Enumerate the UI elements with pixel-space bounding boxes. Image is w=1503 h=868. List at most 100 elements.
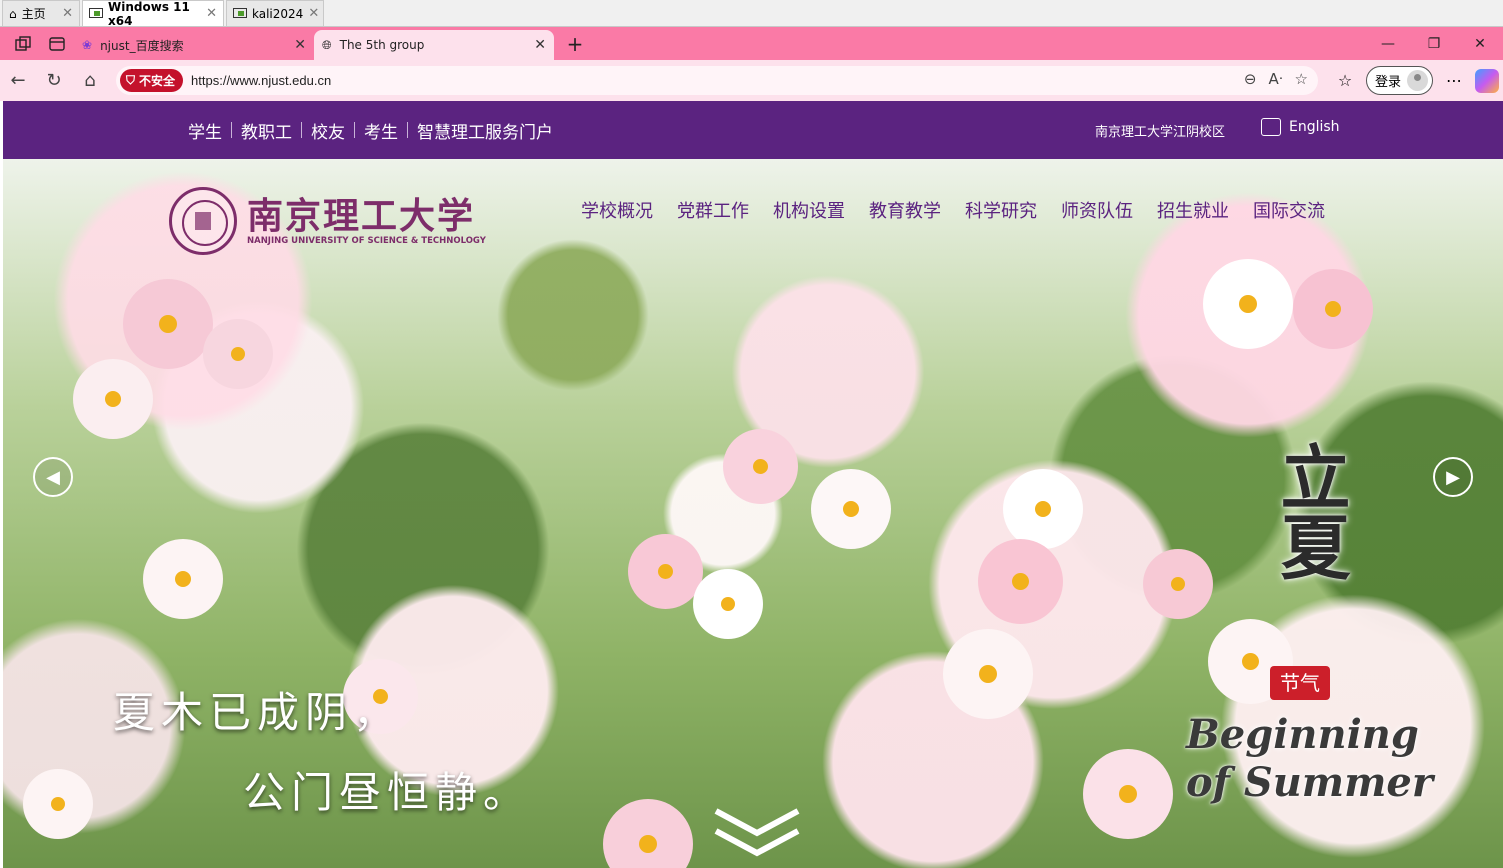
nav-faculty[interactable]: 师资队伍	[1049, 197, 1145, 223]
flower-decoration	[143, 539, 223, 619]
security-label: 不安全	[139, 74, 176, 88]
flower-decoration	[73, 359, 153, 439]
toolbar-right: ☆ 登录 ⋯	[1334, 66, 1503, 95]
home-button[interactable]: ⌂	[72, 70, 108, 91]
close-tab-icon[interactable]: ✕	[534, 37, 546, 53]
close-window-button[interactable]: ✕	[1457, 36, 1503, 52]
tab-actions-icon[interactable]	[46, 33, 68, 55]
omnibox-icons: ⊖ Aᐧ ☆	[1244, 70, 1308, 88]
browser-tab-strip: ❀ njust_百度搜索 ✕ 🌐︎ The 5th group ✕ + — ❐ …	[0, 27, 1503, 60]
tab-title: The 5th group	[339, 38, 425, 52]
tab-5th-group[interactable]: 🌐︎ The 5th group ✕	[314, 30, 554, 60]
nav-party-work[interactable]: 党群工作	[665, 197, 761, 223]
vm-tab-kali[interactable]: kali2024 ✕	[226, 0, 324, 26]
flower-decoration	[811, 469, 891, 549]
vm-tab-home[interactable]: ⌂ 主页 ✕	[2, 0, 80, 26]
close-icon[interactable]: ✕	[206, 6, 217, 21]
restore-button[interactable]: ❐	[1411, 36, 1457, 52]
flower-decoration	[1083, 749, 1173, 839]
logo-english: NANJING UNIVERSITY OF SCIENCE & TECHNOLO…	[247, 236, 486, 246]
vm-tab-windows11[interactable]: Windows 11 x64 ✕	[82, 0, 224, 28]
university-logo[interactable]: 南京理工大学 NANJING UNIVERSITY OF SCIENCE & T…	[169, 187, 486, 255]
globe-icon: 🌐︎	[322, 37, 332, 52]
read-aloud-icon[interactable]: Aᐧ	[1268, 70, 1282, 88]
vm-tab-label: 主页	[21, 7, 46, 21]
favorites-icon[interactable]: ☆	[1334, 71, 1356, 90]
arrow-left-icon: ◀	[46, 466, 60, 488]
copilot-icon[interactable]	[1475, 68, 1499, 93]
nav-applicants[interactable]: 考生	[355, 118, 407, 143]
flower-decoration	[943, 629, 1033, 719]
zoom-icon[interactable]: ⊖	[1244, 70, 1257, 88]
flower-decoration	[693, 569, 763, 639]
back-button[interactable]: ←	[0, 70, 36, 91]
workspaces-icon[interactable]	[12, 33, 34, 55]
vm-tab-bar: ⌂ 主页 ✕ Windows 11 x64 ✕ kali2024 ✕	[0, 0, 1503, 28]
next-slide-button[interactable]: ▶	[1433, 457, 1473, 497]
flower-decoration	[978, 539, 1063, 624]
nav-research[interactable]: 科学研究	[953, 197, 1049, 223]
solar-term-badge: 节气	[1270, 666, 1330, 700]
home-icon: ⌂	[9, 6, 17, 21]
language-icon	[1261, 118, 1281, 136]
minimize-button[interactable]: —	[1365, 36, 1411, 52]
nav-about[interactable]: 学校概况	[569, 197, 665, 223]
flower-decoration	[1143, 549, 1213, 619]
scroll-down-chevron-icon[interactable]	[714, 807, 800, 860]
favorite-star-icon[interactable]: ☆	[1295, 70, 1308, 88]
flower-decoration	[723, 429, 798, 504]
flower-decoration	[23, 769, 93, 839]
arrow-right-icon: ▶	[1446, 466, 1460, 488]
nav-international[interactable]: 国际交流	[1241, 197, 1337, 223]
address-bar[interactable]: ⛉ 不安全 https://www.njust.edu.cn ⊖ Aᐧ ☆	[116, 66, 1318, 95]
flower-decoration	[1203, 259, 1293, 349]
close-tab-icon[interactable]: ✕	[294, 37, 306, 53]
solar-term-text: 立夏	[1269, 441, 1352, 581]
logo-text: 南京理工大学 NANJING UNIVERSITY OF SCIENCE & T…	[247, 196, 486, 246]
jiangyin-campus-link[interactable]: 南京理工大学江阴校区	[1095, 121, 1225, 140]
tab-baidu-search[interactable]: ❀ njust_百度搜索 ✕	[74, 30, 314, 60]
close-icon[interactable]: ✕	[62, 6, 73, 21]
logo-chinese: 南京理工大学	[247, 195, 476, 237]
english-label: English	[1289, 119, 1340, 135]
login-label: 登录	[1374, 75, 1401, 90]
university-seal-icon	[169, 187, 237, 255]
solar-term-english-line1: Beginning	[1186, 711, 1419, 758]
nav-alumni[interactable]: 校友	[302, 118, 354, 143]
new-tab-button[interactable]: +	[562, 32, 588, 56]
poem-line-1: 夏木已成阴，	[113, 688, 402, 737]
login-button[interactable]: 登录	[1365, 66, 1433, 95]
flower-decoration	[603, 799, 693, 868]
refresh-button[interactable]: ↻	[36, 70, 72, 91]
baidu-paw-icon: ❀	[82, 38, 93, 52]
window-controls: — ❐ ✕	[1365, 36, 1503, 52]
tab-title: njust_百度搜索	[100, 38, 184, 53]
solar-term-chinese: 立夏	[1265, 441, 1355, 602]
nav-students[interactable]: 学生	[179, 118, 231, 143]
audience-nav: 学生 教职工 校友 考生 智慧理工服务门户	[179, 101, 562, 159]
vm-tab-label: kali2024	[252, 6, 304, 21]
security-badge[interactable]: ⛉ 不安全	[120, 69, 184, 92]
english-link[interactable]: English	[1261, 118, 1340, 136]
close-icon[interactable]: ✕	[308, 6, 319, 21]
nav-service-portal[interactable]: 智慧理工服务门户	[408, 118, 562, 143]
solar-term-english: Beginning of Summer	[1186, 711, 1433, 807]
vm-icon	[89, 7, 103, 20]
flower-decoration	[628, 534, 703, 609]
flower-decoration	[123, 279, 213, 369]
address-toolbar: ← ↻ ⌂ ⛉ 不安全 https://www.njust.edu.cn ⊖ A…	[0, 60, 1503, 101]
nav-education[interactable]: 教育教学	[857, 197, 953, 223]
nav-staff[interactable]: 教职工	[232, 118, 301, 143]
flower-decoration	[1293, 269, 1373, 349]
site-top-bar: 学生 教职工 校友 考生 智慧理工服务门户 南京理工大学江阴校区 English	[3, 101, 1503, 159]
flower-decoration	[203, 319, 273, 389]
nav-admissions[interactable]: 招生就业	[1145, 197, 1241, 223]
main-nav: 学校概况 党群工作 机构设置 教育教学 科学研究 师资队伍 招生就业 国际交流	[569, 197, 1337, 223]
solar-term-english-line2: of Summer	[1186, 759, 1433, 806]
poem-line-2: 公门昼恒静。	[243, 768, 532, 817]
flower-decoration	[1003, 469, 1083, 549]
url-text[interactable]: https://www.njust.edu.cn	[191, 73, 331, 88]
nav-organization[interactable]: 机构设置	[761, 197, 857, 223]
more-menu-icon[interactable]: ⋯	[1443, 71, 1465, 90]
prev-slide-button[interactable]: ◀	[33, 457, 73, 497]
